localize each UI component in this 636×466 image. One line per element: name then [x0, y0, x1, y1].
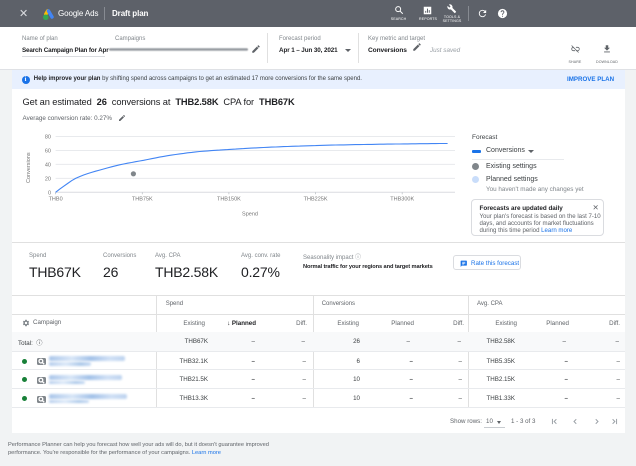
svg-text:THB225K: THB225K	[304, 197, 328, 203]
svg-text:THB75K: THB75K	[132, 197, 153, 203]
svg-text:THB300K: THB300K	[390, 197, 414, 203]
svg-text:0: 0	[48, 190, 51, 196]
svg-text:40: 40	[45, 162, 51, 168]
svg-text:20: 20	[45, 176, 51, 182]
svg-text:60: 60	[45, 149, 51, 155]
svg-text:THB0: THB0	[49, 197, 63, 203]
svg-text:Spend: Spend	[242, 212, 258, 218]
svg-text:80: 80	[45, 135, 51, 141]
svg-text:THB150K: THB150K	[217, 197, 241, 203]
